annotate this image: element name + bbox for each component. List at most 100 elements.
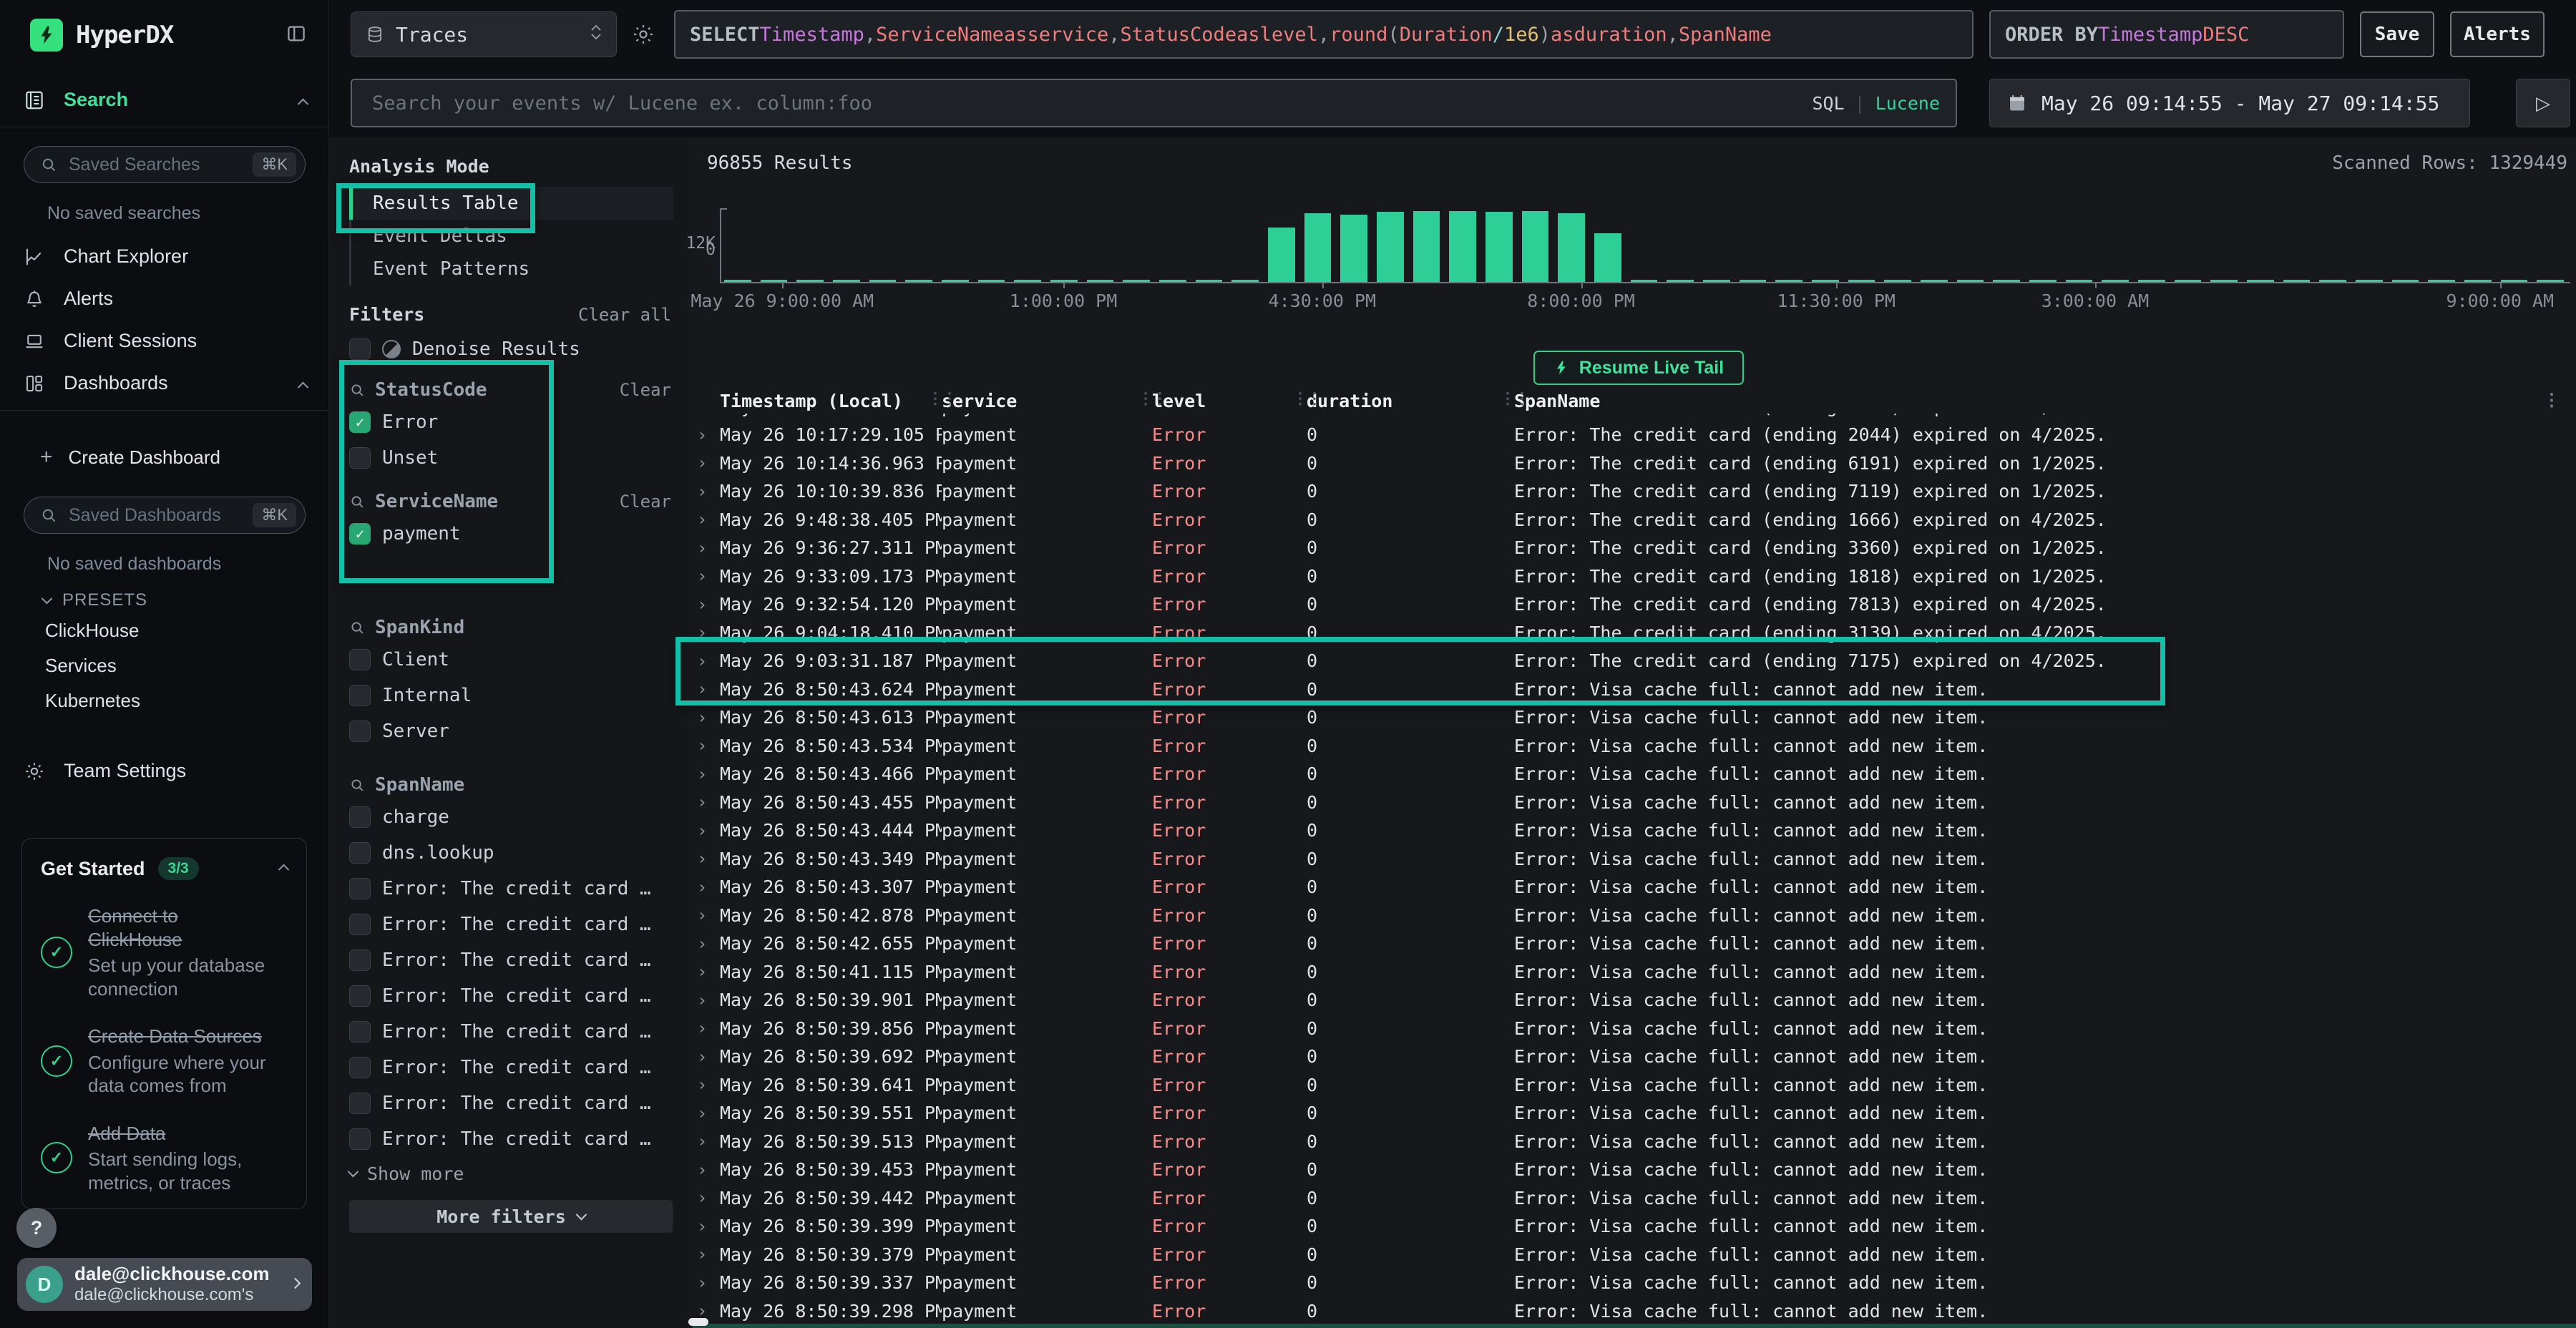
row-expand-chevron[interactable]: › [697, 1103, 720, 1123]
checkbox-unchecked[interactable] [349, 1057, 371, 1078]
table-row[interactable]: ›May 26 10:17:29.105 PMpaymentError0Erro… [693, 421, 2570, 449]
row-expand-chevron[interactable]: › [697, 1244, 720, 1264]
filter-option-error-the-credit-card-[interactable]: Error: The credit card … [349, 982, 687, 1010]
row-expand-chevron[interactable]: › [697, 736, 720, 756]
time-range-picker[interactable]: May 26 09:14:55 - May 27 09:14:55 [1989, 79, 2470, 127]
table-row-partial[interactable]: ›May 26 10:21:15.163 PMpaymentError0Erro… [693, 414, 2570, 421]
checkbox-unchecked[interactable] [349, 338, 371, 360]
checkbox-checked[interactable]: ✓ [349, 523, 371, 545]
table-row[interactable]: ›May 26 8:50:39.442 PMpaymentError0Error… [693, 1184, 2570, 1213]
checkbox-unchecked[interactable] [349, 842, 371, 864]
denoise-results-checkbox-row[interactable]: Denoise Results [349, 335, 687, 363]
filter-option-error-the-credit-card-[interactable]: Error: The credit card … [349, 1125, 687, 1153]
sql-select-editor[interactable]: SELECT Timestamp, ServiceName as service… [674, 10, 1974, 59]
row-expand-chevron[interactable]: › [697, 764, 720, 784]
filter-group-clear-link[interactable]: Clear [620, 492, 671, 512]
get-started-step[interactable]: ✓Add DataStart sending logs, metrics, or… [41, 1122, 288, 1195]
table-row[interactable]: ›May 26 8:50:43.534 PMpaymentError0Error… [693, 732, 2570, 761]
get-started-step[interactable]: ✓Create Data SourcesConfigure where your… [41, 1025, 288, 1098]
checkbox-unchecked[interactable] [349, 949, 371, 971]
filter-option-error-the-credit-card-[interactable]: Error: The credit card … [349, 874, 687, 903]
table-options-icon[interactable]: ⋮ [2543, 390, 2560, 410]
table-row[interactable]: ›May 26 10:14:36.963 PMpaymentError0Erro… [693, 449, 2570, 478]
table-row[interactable]: ›May 26 8:50:39.641 PMpaymentError0Error… [693, 1071, 2570, 1100]
analysis-mode-results-table[interactable]: Results Table [351, 187, 673, 220]
filter-option-server[interactable]: Server [349, 717, 687, 746]
table-row[interactable]: ›May 26 9:03:31.187 PMpaymentError0Error… [693, 647, 2570, 675]
table-row[interactable]: ›May 26 8:50:39.856 PMpaymentError0Error… [693, 1015, 2570, 1043]
row-expand-chevron[interactable]: › [697, 1018, 720, 1038]
checkbox-unchecked[interactable] [349, 721, 371, 742]
column-header-spanname[interactable]: SpanName [1514, 391, 2570, 411]
table-row[interactable]: ›May 26 8:50:43.349 PMpaymentError0Error… [693, 845, 2570, 874]
checkbox-unchecked[interactable] [349, 685, 371, 706]
filter-option-error-the-credit-card-[interactable]: Error: The credit card … [349, 910, 687, 939]
row-expand-chevron[interactable]: › [697, 651, 720, 671]
analysis-mode-event-patterns[interactable]: Event Patterns [351, 253, 687, 285]
column-resize-handle[interactable]: ⋮⋮ [1138, 390, 1166, 408]
row-expand-chevron[interactable]: › [697, 934, 720, 954]
sidebar-item-team-settings[interactable]: Team Settings [0, 750, 328, 792]
checkbox-unchecked[interactable] [349, 447, 371, 469]
table-row[interactable]: ›May 26 8:50:43.624 PMpaymentError0Error… [693, 675, 2570, 704]
sidebar-item-search[interactable]: Search [0, 79, 328, 121]
column-resize-handle[interactable]: ⋮⋮ [927, 390, 956, 408]
row-expand-chevron[interactable]: › [697, 1131, 720, 1151]
saved-searches-input[interactable]: Saved Searches ⌘K [24, 146, 306, 183]
get-started-header[interactable]: Get Started 3/3 [41, 857, 288, 880]
clear-all-filters-link[interactable]: Clear all [578, 305, 671, 325]
sidebar-collapse-icon[interactable] [286, 23, 307, 48]
row-expand-chevron[interactable]: › [697, 566, 720, 586]
table-row[interactable]: ›May 26 9:36:27.311 PMpaymentError0Error… [693, 534, 2570, 562]
filter-option-payment[interactable]: ✓payment [349, 519, 687, 548]
source-select[interactable]: Traces [351, 11, 617, 57]
row-expand-chevron[interactable]: › [697, 962, 720, 982]
filter-option-error[interactable]: ✓Error [349, 408, 687, 436]
table-row[interactable]: ›May 26 8:50:41.115 PMpaymentError0Error… [693, 958, 2570, 987]
table-row[interactable]: ›May 26 8:50:43.307 PMpaymentError0Error… [693, 873, 2570, 902]
row-expand-chevron[interactable]: › [697, 990, 720, 1010]
filter-option-error-the-credit-card-[interactable]: Error: The credit card … [349, 946, 687, 975]
table-row[interactable]: ›May 26 8:50:39.337 PMpaymentError0Error… [693, 1269, 2570, 1297]
table-row[interactable]: ›May 26 8:50:39.692 PMpaymentError0Error… [693, 1043, 2570, 1071]
row-expand-chevron[interactable]: › [697, 1160, 720, 1180]
table-row[interactable]: ›May 26 8:50:42.878 PMpaymentError0Error… [693, 902, 2570, 930]
row-expand-chevron[interactable]: › [697, 1047, 720, 1067]
analysis-mode-event-deltas[interactable]: Event Deltas [351, 220, 687, 253]
row-expand-chevron[interactable]: › [697, 708, 720, 728]
row-expand-chevron[interactable]: › [697, 905, 720, 925]
column-header-level[interactable]: level [1152, 391, 1307, 411]
row-expand-chevron[interactable]: › [697, 679, 720, 699]
row-expand-chevron[interactable]: › [697, 849, 720, 869]
get-started-step[interactable]: ✓Connect to ClickHouseSet up your databa… [41, 904, 288, 1000]
filter-option-internal[interactable]: Internal [349, 681, 687, 710]
table-row[interactable]: ›May 26 8:50:39.551 PMpaymentError0Error… [693, 1099, 2570, 1128]
table-row[interactable]: ›May 26 8:50:42.655 PMpaymentError0Error… [693, 929, 2570, 958]
saved-dashboards-input[interactable]: Saved Dashboards ⌘K [24, 497, 306, 534]
table-row[interactable]: ›May 26 9:32:54.120 PMpaymentError0Error… [693, 590, 2570, 619]
column-resize-handle[interactable]: ⋮⋮ [1500, 390, 1528, 408]
sidebar-item-dashboards[interactable]: Dashboards [0, 362, 328, 404]
save-button[interactable]: Save [2360, 11, 2434, 57]
filter-group-clear-link[interactable]: Clear [620, 380, 671, 400]
column-header-timestamp[interactable]: Timestamp (Local) [720, 391, 942, 411]
row-expand-chevron[interactable]: › [697, 622, 720, 643]
checkbox-unchecked[interactable] [349, 878, 371, 899]
row-expand-chevron[interactable]: › [697, 821, 720, 841]
language-sql-option[interactable]: SQL [1812, 93, 1844, 114]
sql-orderby-editor[interactable]: ORDER BY Timestamp DESC [1989, 10, 2344, 59]
checkbox-unchecked[interactable] [349, 649, 371, 670]
checkbox-unchecked[interactable] [349, 806, 371, 828]
checkbox-checked[interactable]: ✓ [349, 411, 371, 433]
checkbox-unchecked[interactable] [349, 1021, 371, 1043]
row-expand-chevron[interactable]: › [697, 453, 720, 473]
row-expand-chevron[interactable]: › [697, 509, 720, 529]
alerts-button[interactable]: Alerts [2450, 11, 2545, 57]
filter-option-unset[interactable]: Unset [349, 444, 687, 472]
column-header-duration[interactable]: duration [1307, 391, 1514, 411]
filter-option-charge[interactable]: charge [349, 803, 687, 831]
row-expand-chevron[interactable]: › [697, 482, 720, 502]
search-icon[interactable] [349, 494, 365, 509]
table-row[interactable]: ›May 26 8:50:43.444 PMpaymentError0Error… [693, 816, 2570, 845]
checkbox-unchecked[interactable] [349, 914, 371, 935]
